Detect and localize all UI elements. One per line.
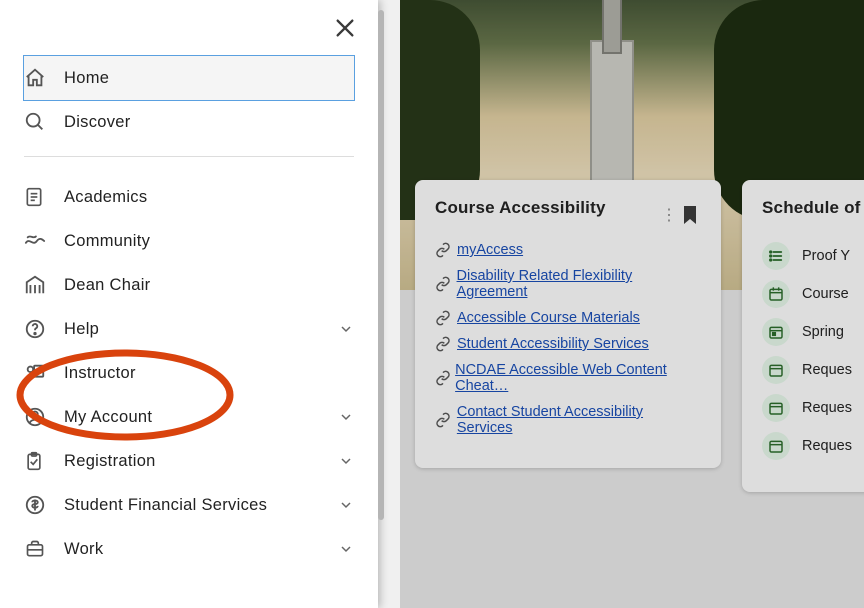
link-disability-agreement[interactable]: Disability Related Flexibility Agreement [457,268,701,300]
sidebar-item-label: Dean Chair [64,276,354,295]
sidebar-item-academics[interactable]: Academics [24,175,354,219]
kebab-icon[interactable]: ⋮ [661,205,675,225]
building-icon [24,274,64,296]
link-accessible-materials[interactable]: Accessible Course Materials [457,310,640,326]
list-item-label: Reques [802,362,852,378]
sidebar-item-work[interactable]: Work [24,527,354,571]
sidebar-item-label: Help [64,320,338,339]
link-myaccess[interactable]: myAccess [457,242,523,258]
document-icon [24,186,64,208]
sidebar-item-label: Work [64,540,338,559]
sidebar-item-label: Academics [64,188,354,207]
help-icon [24,318,64,340]
sidebar-item-label: Instructor [64,364,354,383]
briefcase-icon [24,539,64,559]
chevron-down-icon [338,541,354,557]
link-icon [435,370,455,386]
money-icon [24,494,64,516]
link-row: Contact Student Accessibility Services [435,404,701,436]
chevron-down-icon [338,409,354,425]
card-title: Schedule of [762,198,864,218]
clipboard-icon [24,450,64,472]
sidebar-item-label: Community [64,232,354,251]
sidebar-item-registration[interactable]: Registration [24,439,354,483]
sidebar-item-label: Home [64,69,354,88]
link-row: NCDAE Accessible Web Content Cheat… [435,362,701,394]
list-item[interactable]: Reques [762,432,864,460]
sidebar-item-label: Student Financial Services [64,496,338,515]
list-item-label: Spring [802,324,844,340]
chevron-down-icon [338,321,354,337]
sidebar-item-discover[interactable]: Discover [24,100,354,144]
sidebar-item-community[interactable]: Community [24,219,354,263]
calendar-icon [762,394,790,422]
link-contact-sas[interactable]: Contact Student Accessibility Services [457,404,701,436]
calendar-icon [762,432,790,460]
link-row: myAccess [435,242,701,258]
chevron-down-icon [338,497,354,513]
list-item-label: Reques [802,438,852,454]
calendar-icon [762,356,790,384]
link-row: Accessible Course Materials [435,310,701,326]
list-item[interactable]: Spring [762,318,864,346]
calendar-icon [762,318,790,346]
sidebar-item-help[interactable]: Help [24,307,354,351]
scrollbar[interactable] [378,10,384,520]
link-ncdae[interactable]: NCDAE Accessible Web Content Cheat… [455,362,701,394]
link-row: Student Accessibility Services [435,336,701,352]
card-title: Course Accessibility [435,198,661,218]
link-icon [435,242,457,258]
link-row: Disability Related Flexibility Agreement [435,268,701,300]
sidebar-item-label: Discover [64,113,354,132]
sidebar-item-myaccount[interactable]: My Account [24,395,354,439]
link-icon [435,276,457,292]
user-icon [24,406,64,428]
nav-drawer: Home Discover Academics Community Dean C… [0,0,378,608]
link-icon [435,310,457,326]
calendar-icon [762,280,790,308]
sidebar-item-label: My Account [64,408,338,427]
instructor-icon [24,362,64,384]
community-icon [24,231,64,251]
home-icon [24,67,64,89]
sidebar-item-sfs[interactable]: Student Financial Services [24,483,354,527]
list-item[interactable]: Reques [762,394,864,422]
sidebar-item-instructor[interactable]: Instructor [24,351,354,395]
chevron-down-icon [338,453,354,469]
sidebar-item-label: Registration [64,452,338,471]
card-schedule: Schedule of Proof Y Course Spring Reques… [742,180,864,492]
list-icon [762,242,790,270]
list-item-label: Proof Y [802,248,850,264]
link-sas[interactable]: Student Accessibility Services [457,336,649,352]
card-course-accessibility: Course Accessibility ⋮ myAccess Disabili… [415,180,721,468]
list-item[interactable]: Course [762,280,864,308]
search-icon [24,111,64,133]
list-item-label: Reques [802,400,852,416]
link-icon [435,336,457,352]
link-icon [435,412,457,428]
sidebar-item-home[interactable]: Home [24,56,354,100]
list-item[interactable]: Proof Y [762,242,864,270]
list-item[interactable]: Reques [762,356,864,384]
sidebar-item-deanchair[interactable]: Dean Chair [24,263,354,307]
divider [24,156,354,157]
close-icon[interactable] [330,13,360,43]
list-item-label: Course [802,286,849,302]
bookmark-icon[interactable] [683,206,701,224]
